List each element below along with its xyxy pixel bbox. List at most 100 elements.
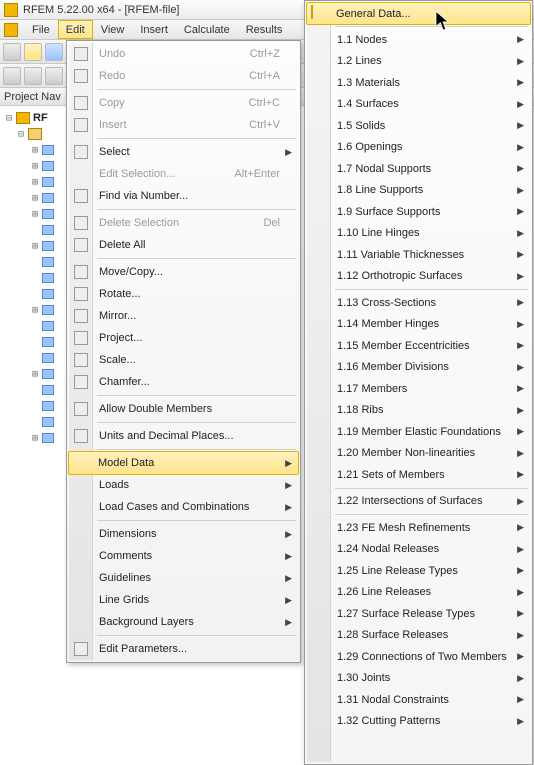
submenu-arrow-icon: ▶	[285, 147, 292, 158]
menu-item-background-layers[interactable]: Background Layers▶	[69, 611, 298, 633]
menu-item-allow-double-members[interactable]: Allow Double Members	[69, 398, 298, 420]
menu-item-units-and-decimal-places[interactable]: Units and Decimal Places...	[69, 425, 298, 447]
submenu-arrow-icon: ▶	[285, 595, 292, 606]
node-icon	[42, 385, 54, 395]
submenu-item-label: 1.30 Joints	[337, 672, 390, 684]
submenu-item-1-1-nodes[interactable]: 1.1 Nodes▶	[307, 29, 530, 51]
tb-btn-c[interactable]	[45, 67, 63, 85]
menu-item-move-copy[interactable]: Move/Copy...	[69, 261, 298, 283]
submenu-item-1-30-joints[interactable]: 1.30 Joints ▶	[307, 668, 530, 690]
submenu-item-1-31-nodal-constraints[interactable]: 1.31 Nodal Constraints▶	[307, 689, 530, 711]
submenu-item-1-7-nodal-supports[interactable]: 1.7 Nodal Supports▶	[307, 158, 530, 180]
submenu-item-label: 1.27 Surface Release Types	[337, 608, 475, 620]
menu-item-dimensions[interactable]: Dimensions▶	[69, 523, 298, 545]
open-button[interactable]	[24, 43, 42, 61]
submenu-arrow-icon: ▶	[517, 630, 524, 641]
submenu-item-label: 1.11 Variable Thicknesses	[337, 249, 464, 261]
project-icon	[73, 330, 89, 346]
menu-item-rotate[interactable]: Rotate...	[69, 283, 298, 305]
submenu-item-1-16-member-divisions[interactable]: 1.16 Member Divisions▶	[307, 357, 530, 379]
menu-item-scale[interactable]: Scale...	[69, 349, 298, 371]
submenu-item-general-data[interactable]: General Data...	[306, 2, 531, 25]
node-icon	[42, 289, 54, 299]
menu-item-comments[interactable]: Comments ▶	[69, 545, 298, 567]
menu-separator	[335, 26, 528, 27]
menu-item-label: Dimensions	[99, 528, 156, 540]
submenu-item-1-8-line-supports[interactable]: 1.8 Line Supports▶	[307, 180, 530, 202]
submenu-item-1-32-cutting-patterns[interactable]: 1.32 Cutting Patterns▶	[307, 711, 530, 733]
params-icon	[73, 641, 89, 657]
submenu-item-1-13-cross-sections[interactable]: 1.13 Cross-Sections▶	[307, 292, 530, 314]
submenu-item-1-25-line-release-types[interactable]: 1.25 Line Release Types▶	[307, 560, 530, 582]
menu-item-guidelines[interactable]: Guidelines▶	[69, 567, 298, 589]
menu-insert[interactable]: Insert	[132, 20, 176, 39]
submenu-arrow-icon: ▶	[517, 608, 524, 619]
menu-item-label: Comments	[99, 550, 152, 562]
submenu-item-1-11-variable-thicknesses[interactable]: 1.11 Variable Thicknesses▶	[307, 244, 530, 266]
menu-item-mirror[interactable]: Mirror...	[69, 305, 298, 327]
menu-file[interactable]: File	[24, 20, 58, 39]
submenu-item-label: 1.9 Surface Supports	[337, 206, 440, 218]
submenu-item-1-22-intersections-of-surfaces[interactable]: 1.22 Intersections of Surfaces▶	[307, 491, 530, 513]
submenu-item-1-5-solids[interactable]: 1.5 Solids▶	[307, 115, 530, 137]
tb-btn-a[interactable]	[3, 67, 21, 85]
menu-item-chamfer[interactable]: Chamfer...	[69, 371, 298, 393]
menu-item-delete-all[interactable]: Delete All	[69, 234, 298, 256]
menu-separator	[97, 635, 296, 636]
menu-item-edit-parameters[interactable]: Edit Parameters...	[69, 638, 298, 660]
tb-btn-b[interactable]	[24, 67, 42, 85]
submenu-item-1-17-members[interactable]: 1.17 Members▶	[307, 378, 530, 400]
submenu-item-1-14-member-hinges[interactable]: 1.14 Member Hinges▶	[307, 314, 530, 336]
submenu-item-1-12-orthotropic-surfaces[interactable]: 1.12 Orthotropic Surfaces▶	[307, 266, 530, 288]
submenu-item-label: General Data...	[336, 8, 411, 20]
submenu-item-1-2-lines[interactable]: 1.2 Lines▶	[307, 51, 530, 73]
mirror-icon	[73, 308, 89, 324]
submenu-arrow-icon: ▶	[517, 673, 524, 684]
menu-item-label: Insert	[99, 119, 127, 131]
submenu-item-1-18-ribs[interactable]: 1.18 Ribs▶	[307, 400, 530, 422]
menu-item-label: Undo	[99, 48, 125, 60]
submenu-arrow-icon: ▶	[285, 551, 292, 562]
menu-item-line-grids[interactable]: Line Grids▶	[69, 589, 298, 611]
menu-item-model-data[interactable]: Model Data▶	[68, 451, 299, 475]
submenu-item-1-4-surfaces[interactable]: 1.4 Surfaces▶	[307, 94, 530, 116]
submenu-item-1-20-member-non-linearities[interactable]: 1.20 Member Non-linearities▶	[307, 443, 530, 465]
menu-item-label: Mirror...	[99, 310, 136, 322]
save-button[interactable]	[45, 43, 63, 61]
menu-item-select[interactable]: Select▶	[69, 141, 298, 163]
submenu-item-1-28-surface-releases[interactable]: 1.28 Surface Releases▶	[307, 625, 530, 647]
submenu-item-1-19-member-elastic-foundations[interactable]: 1.19 Member Elastic Foundations▶	[307, 421, 530, 443]
submenu-item-1-23-fe-mesh-refinements[interactable]: 1.23 FE Mesh Refinements▶	[307, 517, 530, 539]
menu-separator	[335, 488, 528, 489]
menu-item-insert: InsertCtrl+V	[69, 114, 298, 136]
menu-results[interactable]: Results	[238, 20, 291, 39]
menu-item-label: Redo	[99, 70, 125, 82]
menu-item-project[interactable]: Project...	[69, 327, 298, 349]
submenu-arrow-icon: ▶	[517, 142, 524, 153]
submenu-item-1-21-sets-of-members[interactable]: 1.21 Sets of Members▶	[307, 464, 530, 486]
menu-item-load-cases-and-combinations[interactable]: Load Cases and Combinations▶	[69, 496, 298, 518]
submenu-item-label: 1.32 Cutting Patterns	[337, 715, 440, 727]
submenu-item-1-29-connections-of-two-members[interactable]: 1.29 Connections of Two Members▶	[307, 646, 530, 668]
submenu-item-1-26-line-releases[interactable]: 1.26 Line Releases▶	[307, 582, 530, 604]
menu-item-label: Allow Double Members	[99, 403, 212, 415]
menu-edit[interactable]: Edit	[58, 20, 93, 39]
find-icon	[73, 188, 89, 204]
submenu-item-1-27-surface-release-types[interactable]: 1.27 Surface Release Types ▶	[307, 603, 530, 625]
menu-item-loads[interactable]: Loads▶	[69, 474, 298, 496]
submenu-item-label: 1.26 Line Releases	[337, 586, 431, 598]
submenu-item-1-10-line-hinges[interactable]: 1.10 Line Hinges▶	[307, 223, 530, 245]
copy-icon	[73, 95, 89, 111]
app-menu-icon[interactable]	[4, 23, 18, 37]
new-button[interactable]	[3, 43, 21, 61]
submenu-item-1-6-openings[interactable]: 1.6 Openings▶	[307, 137, 530, 159]
menu-calculate[interactable]: Calculate	[176, 20, 238, 39]
submenu-item-1-24-nodal-releases[interactable]: 1.24 Nodal Releases▶	[307, 539, 530, 561]
menu-item-find-via-number[interactable]: Find via Number...	[69, 185, 298, 207]
submenu-item-1-15-member-eccentricities[interactable]: 1.15 Member Eccentricities▶	[307, 335, 530, 357]
submenu-item-label: 1.29 Connections of Two Members	[337, 651, 507, 663]
submenu-item-1-9-surface-supports[interactable]: 1.9 Surface Supports▶	[307, 201, 530, 223]
submenu-item-label: 1.17 Members	[337, 383, 407, 395]
submenu-item-1-3-materials[interactable]: 1.3 Materials▶	[307, 72, 530, 94]
menu-view[interactable]: View	[93, 20, 133, 39]
